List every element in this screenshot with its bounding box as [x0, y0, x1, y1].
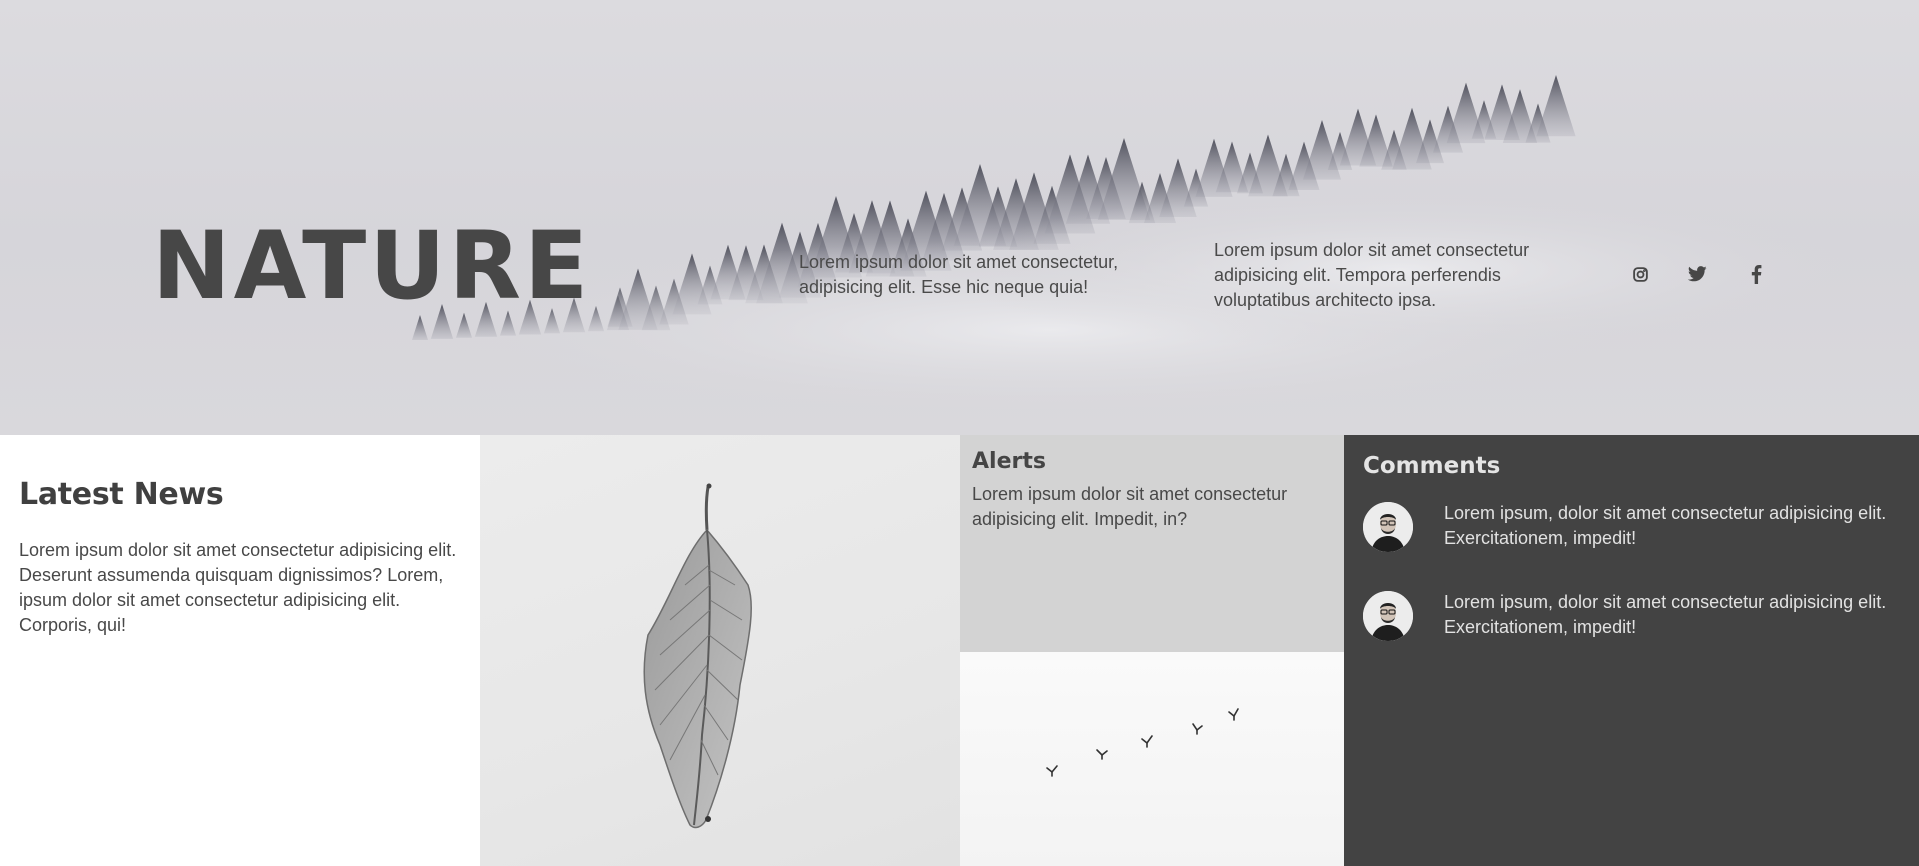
hero-text-one: Lorem ipsum dolor sit amet consectetur, …	[799, 252, 1119, 297]
comments-title: Comments	[1363, 453, 1501, 479]
bird	[1192, 723, 1203, 735]
alerts-title: Alerts	[972, 449, 1046, 474]
page-title: NATURE	[152, 212, 592, 321]
tree-shape	[1536, 74, 1576, 137]
avatar	[1363, 591, 1413, 641]
comment-text: Lorem ipsum, dolor sit amet consectetur …	[1444, 592, 1887, 637]
leaf-image	[480, 435, 960, 866]
facebook-icon[interactable]	[1744, 262, 1768, 286]
instagram-icon[interactable]	[1628, 262, 1652, 286]
comment-item: Lorem ipsum, dolor sit amet consectetur …	[1363, 501, 1900, 552]
latest-news-panel: Latest News Lorem ipsum dolor sit amet c…	[0, 435, 480, 866]
bird	[1096, 749, 1108, 760]
bird	[1228, 708, 1239, 721]
latest-news-title: Latest News	[19, 477, 224, 512]
comments-panel: Comments Lorem ipsum, dolor sit amet con…	[1344, 435, 1919, 866]
birds-image	[960, 652, 1344, 866]
avatar	[1363, 502, 1413, 552]
bird	[1046, 765, 1058, 777]
alerts-panel: Alerts Lorem ipsum dolor sit amet consec…	[960, 435, 1344, 652]
comment-item: Lorem ipsum, dolor sit amet consectetur …	[1363, 590, 1900, 641]
alerts-body: Lorem ipsum dolor sit amet consectetur a…	[972, 484, 1288, 529]
hero-banner: NATURE Lorem ipsum dolor sit amet consec…	[0, 0, 1919, 435]
twitter-icon[interactable]	[1685, 262, 1709, 286]
bird	[1141, 735, 1153, 748]
hero-text-two: Lorem ipsum dolor sit amet consectetur a…	[1214, 240, 1530, 310]
comment-text: Lorem ipsum, dolor sit amet consectetur …	[1444, 503, 1887, 548]
latest-news-body: Lorem ipsum dolor sit amet consectetur a…	[19, 540, 457, 635]
